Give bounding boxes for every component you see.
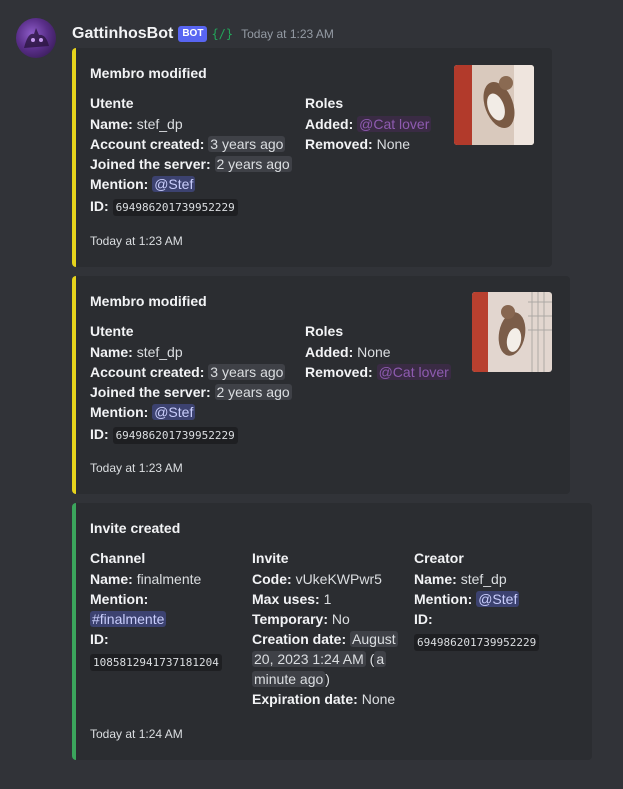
field-name: Roles xyxy=(305,95,344,111)
label-max-uses: Max uses xyxy=(252,591,316,607)
label-account-created: Account created xyxy=(90,364,200,380)
label-code: Code xyxy=(252,571,287,587)
label-mention: Mention xyxy=(90,591,144,607)
label-id: ID xyxy=(90,631,104,647)
channel-mention[interactable]: #finalmente xyxy=(90,611,167,627)
value-name: stef_dp xyxy=(136,116,183,132)
user-mention[interactable]: @Stef xyxy=(152,404,196,420)
field-name: Roles xyxy=(305,323,344,339)
label-creation-date: Creation date xyxy=(252,631,342,647)
value-joined[interactable]: 2 years ago xyxy=(214,384,292,400)
label-id: ID xyxy=(90,426,104,442)
label-mention: Mention xyxy=(90,404,144,420)
value-code: vUkeKWPwr5 xyxy=(295,571,382,587)
value-id: 1085812941737181204 xyxy=(90,654,222,671)
label-mention: Mention xyxy=(414,591,468,607)
value-name: finalmente xyxy=(136,571,202,587)
value-id: 694986201739952229 xyxy=(112,427,238,444)
label-expiration-date: Expiration date xyxy=(252,691,354,707)
value-name: stef_dp xyxy=(136,344,183,360)
cat-photo-image xyxy=(454,65,534,145)
value-id: 694986201739952229 xyxy=(112,199,238,216)
embed-footer-timestamp: Today at 1:24 AM xyxy=(90,727,183,741)
cat-photo-image xyxy=(472,292,552,372)
label-id: ID xyxy=(90,198,104,214)
value-max-uses: 1 xyxy=(323,591,332,607)
bot-badge: BOT xyxy=(178,26,208,42)
user-mention[interactable]: @Stef xyxy=(476,591,520,607)
label-name: Name xyxy=(90,571,129,587)
field-user: Utente Name: stef_dp Account created: 3 … xyxy=(90,322,305,446)
bot-username[interactable]: GattinhosBot xyxy=(72,25,173,43)
label-removed: Removed xyxy=(305,136,369,152)
value-creation-date[interactable]: August xyxy=(350,631,398,647)
value-id: 694986201739952229 xyxy=(414,634,540,651)
value-relative-time-cont[interactable]: minute ago xyxy=(252,671,326,687)
field-channel: Channel Name: finalmente Mention: #final… xyxy=(90,549,252,709)
field-roles: Roles Added: None Removed: @Cat lover xyxy=(305,322,465,446)
slash-command-icon[interactable]: {/} xyxy=(211,27,233,41)
value-account-created[interactable]: 3 years ago xyxy=(208,364,286,380)
label-added: Added xyxy=(305,344,349,360)
label-joined: Joined the server xyxy=(90,156,206,172)
field-name: Creator xyxy=(414,550,464,566)
embed-member-modified-1: Membro modified Utente Name: stef_dp Acc… xyxy=(72,48,552,267)
value-temporary: No xyxy=(331,611,350,627)
field-invite: Invite Code: vUkeKWPwr5 Max uses: 1 Temp… xyxy=(252,549,414,709)
user-mention[interactable]: @Stef xyxy=(152,176,196,192)
field-user: Utente Name: stef_dp Account created: 3 … xyxy=(90,94,305,218)
value-relative-time[interactable]: a xyxy=(374,651,387,667)
value-joined[interactable]: 2 years ago xyxy=(214,156,292,172)
bot-avatar[interactable] xyxy=(16,18,56,58)
value-removed: None xyxy=(376,136,411,152)
field-roles: Roles Added: @Cat lover Removed: None xyxy=(305,94,455,218)
field-name: Utente xyxy=(90,323,134,339)
role-mention[interactable]: @Cat lover xyxy=(376,364,451,380)
value-added: None xyxy=(357,344,391,360)
role-mention[interactable]: @Cat lover xyxy=(357,116,432,132)
label-name: Name xyxy=(90,344,129,360)
label-id: ID xyxy=(414,611,428,627)
field-name: Utente xyxy=(90,95,134,111)
field-name: Channel xyxy=(90,550,146,566)
avatar-cat-icon xyxy=(24,28,49,48)
embed-thumbnail[interactable] xyxy=(454,65,534,145)
value-expiration-date: None xyxy=(361,691,396,707)
message-timestamp[interactable]: Today at 1:23 AM xyxy=(241,27,334,41)
embed-invite-created: Invite created Channel Name: finalmente … xyxy=(72,503,592,760)
embed-title: Invite created xyxy=(90,520,181,536)
value-creation-date-cont[interactable]: 20, 2023 1:24 AM xyxy=(252,651,366,667)
message-header: GattinhosBot BOT {/} Today at 1:23 AM xyxy=(72,24,334,44)
label-temporary: Temporary xyxy=(252,611,324,627)
label-mention: Mention xyxy=(90,176,144,192)
label-joined: Joined the server xyxy=(90,384,206,400)
label-name: Name xyxy=(414,571,453,587)
embed-footer-timestamp: Today at 1:23 AM xyxy=(90,461,183,475)
value-name: stef_dp xyxy=(460,571,507,587)
label-name: Name xyxy=(90,116,129,132)
label-added: Added xyxy=(305,116,349,132)
value-account-created[interactable]: 3 years ago xyxy=(208,136,286,152)
embed-footer-timestamp: Today at 1:23 AM xyxy=(90,234,183,248)
label-removed: Removed xyxy=(305,364,369,380)
label-account-created: Account created xyxy=(90,136,200,152)
field-creator: Creator Name: stef_dp Mention: @Stef ID:… xyxy=(414,549,576,709)
embed-thumbnail[interactable] xyxy=(472,292,552,372)
embed-member-modified-2: Membro modified Utente Name: stef_dp Acc… xyxy=(72,276,570,494)
field-name: Invite xyxy=(252,550,289,566)
